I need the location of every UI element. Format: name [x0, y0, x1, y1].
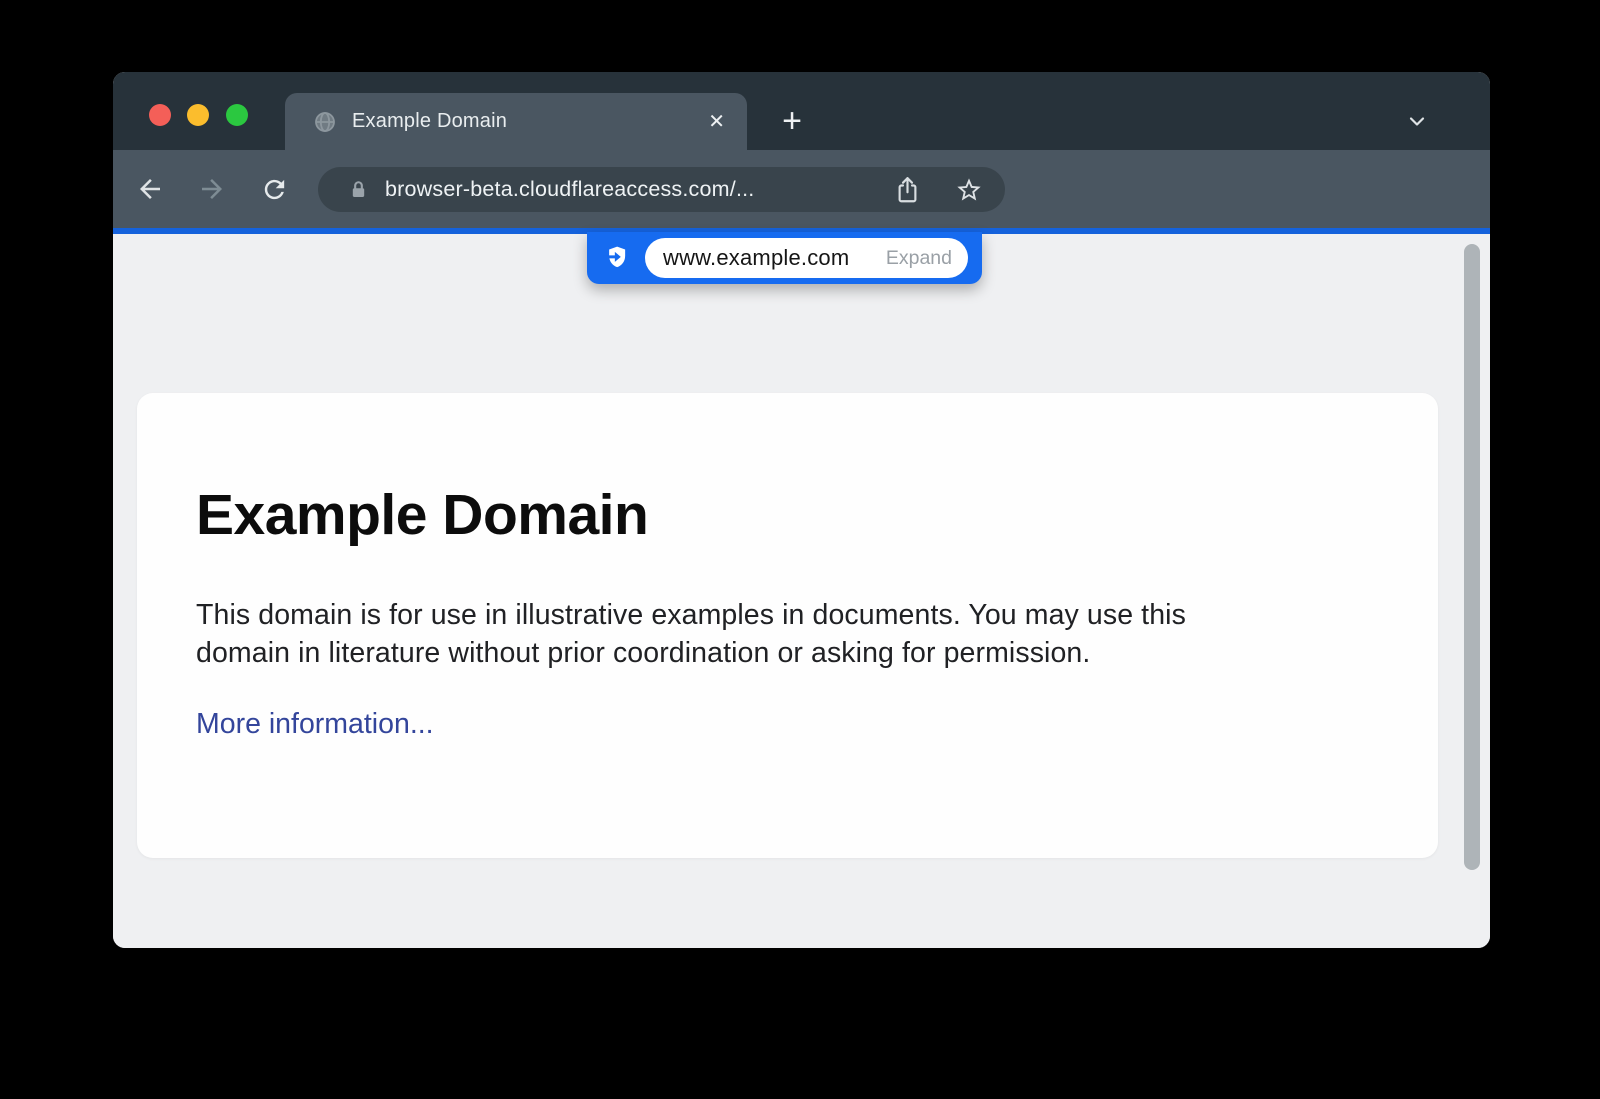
- window-close-button[interactable]: [149, 104, 171, 126]
- share-icon: [894, 175, 921, 205]
- isolated-domain-text: www.example.com: [663, 245, 849, 271]
- tab-title: Example Domain: [352, 110, 507, 133]
- tab-close-icon[interactable]: ✕: [708, 109, 725, 134]
- page-title: Example Domain: [196, 487, 1368, 544]
- globe-favicon-icon: [313, 110, 337, 134]
- shield-arrow-icon: [600, 242, 632, 274]
- url-text: browser-beta.cloudflareaccess.com/...: [385, 177, 754, 202]
- content-card: Example Domain This domain is for use in…: [137, 393, 1438, 858]
- forward-arrow-icon: [197, 174, 227, 204]
- reload-icon: [260, 175, 289, 204]
- lock-icon: [348, 178, 369, 201]
- tab-search-chevron-button[interactable]: [1401, 105, 1433, 137]
- window-minimize-button[interactable]: [187, 104, 209, 126]
- star-icon: [955, 176, 983, 204]
- toolbar: browser-beta.cloudflareaccess.com/... C: [113, 150, 1490, 228]
- browser-window: Example Domain ✕ +: [113, 72, 1490, 948]
- tab-example-domain[interactable]: Example Domain ✕: [285, 93, 747, 150]
- tab-strip: Example Domain ✕ +: [113, 72, 1490, 150]
- plus-icon: +: [782, 104, 802, 138]
- page-viewport: Example Domain This domain is for use in…: [113, 234, 1490, 948]
- address-bar[interactable]: browser-beta.cloudflareaccess.com/...: [318, 167, 1005, 212]
- scrollbar-thumb[interactable]: [1464, 244, 1480, 870]
- window-zoom-button[interactable]: [226, 104, 248, 126]
- body-text-line2: domain in literature without prior coord…: [196, 634, 1368, 672]
- browser-isolation-widget[interactable]: www.example.com Expand: [587, 232, 982, 284]
- chevron-down-icon: [1405, 109, 1429, 133]
- expand-button[interactable]: Expand: [886, 247, 952, 270]
- back-arrow-icon: [135, 174, 165, 204]
- body-text: This domain is for use in illustrative e…: [196, 596, 1368, 672]
- forward-button[interactable]: [194, 171, 230, 207]
- reload-button[interactable]: [256, 171, 292, 207]
- new-tab-button[interactable]: +: [774, 103, 810, 139]
- body-text-line1: This domain is for use in illustrative e…: [196, 596, 1368, 634]
- back-button[interactable]: [132, 171, 168, 207]
- bookmark-button[interactable]: [955, 176, 983, 204]
- share-button[interactable]: [894, 175, 921, 205]
- isolated-domain-pill[interactable]: www.example.com Expand: [645, 238, 968, 278]
- more-information-link[interactable]: More information...: [196, 708, 434, 741]
